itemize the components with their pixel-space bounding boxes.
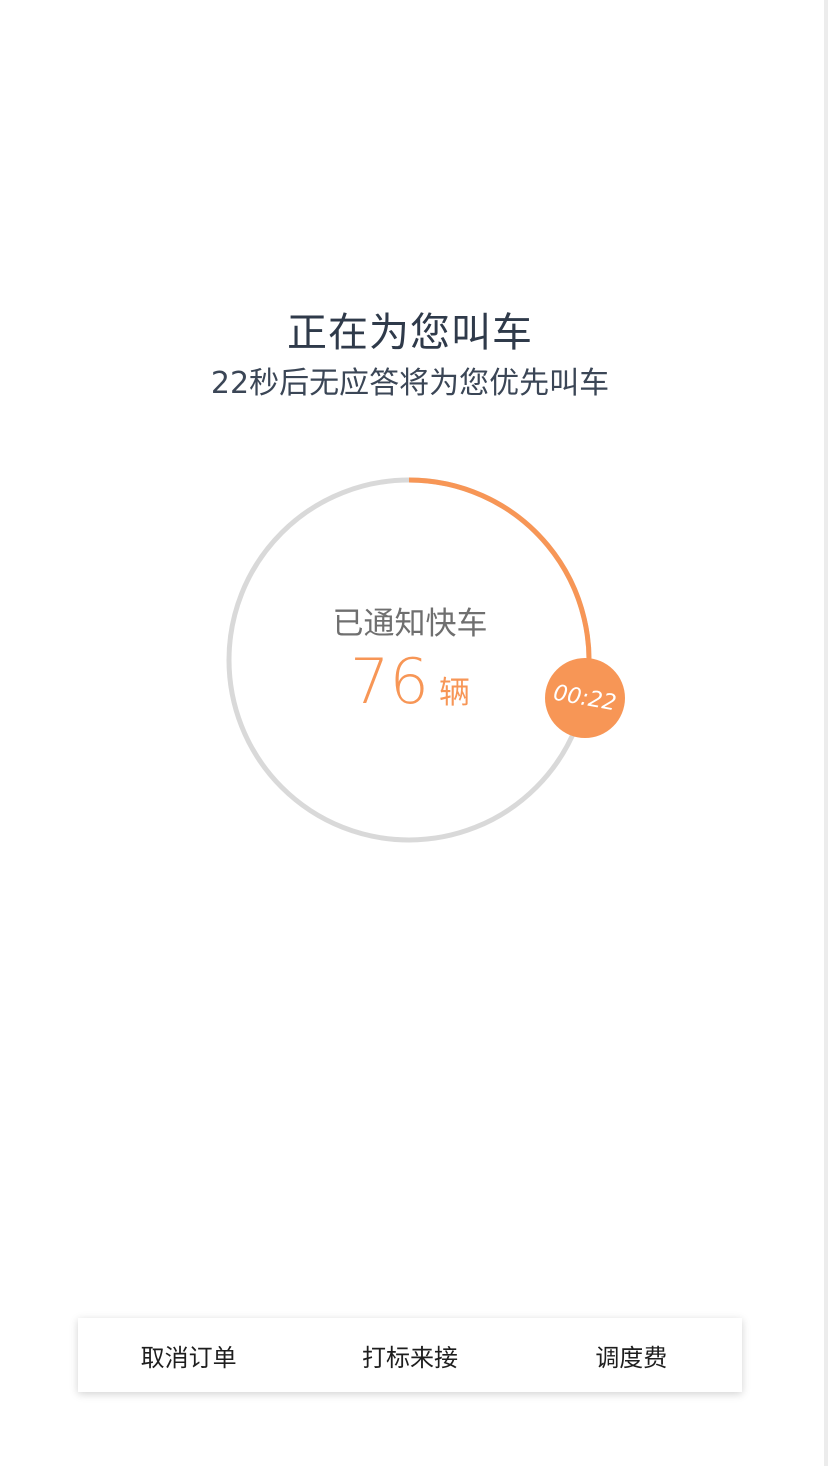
- progress-dial: [226, 477, 592, 843]
- car-count-number: 76: [350, 645, 429, 718]
- ride-hailing-waiting-screen: 正在为您叫车 22秒后无应答将为您优先叫车 已通知快车 76 辆 00:22 取消…: [0, 0, 828, 1466]
- notified-cars-label: 已通知快车: [332, 606, 488, 642]
- mark-pickup-button[interactable]: 打标来接: [299, 1338, 520, 1373]
- countdown-timer-text: 00:22: [551, 680, 619, 716]
- cancel-order-button[interactable]: 取消订单: [78, 1338, 299, 1373]
- bottom-action-bar: 取消订单 打标来接 调度费: [78, 1318, 742, 1392]
- countdown-timer-bubble: 00:22: [545, 658, 625, 738]
- dispatch-fee-button[interactable]: 调度费: [521, 1338, 742, 1373]
- car-count-unit: 辆: [438, 675, 470, 711]
- notified-cars-count: 76 辆: [230, 645, 590, 718]
